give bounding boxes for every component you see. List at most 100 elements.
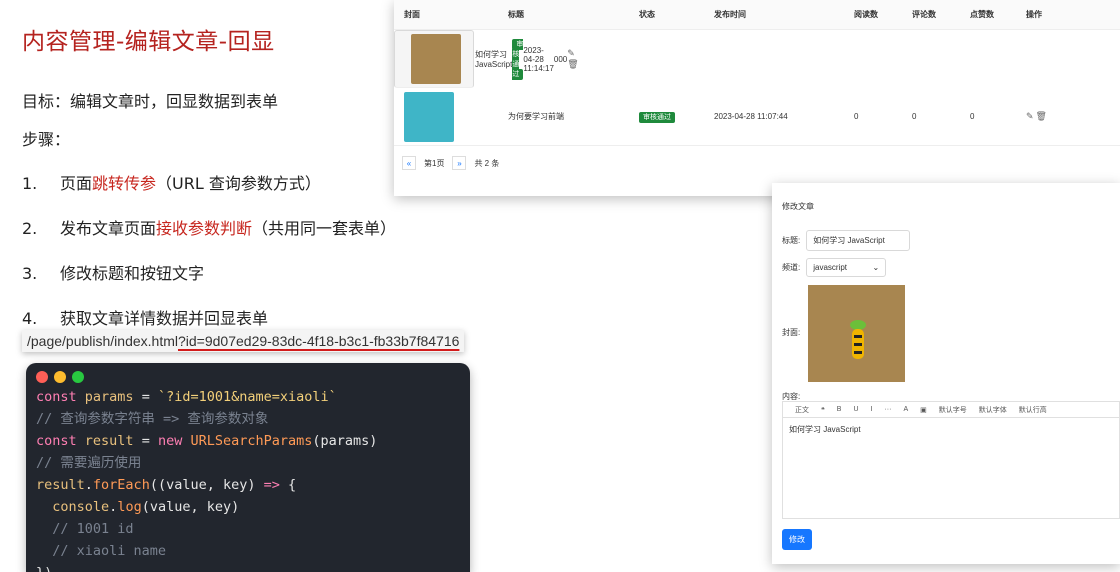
code-token: ((value, key) xyxy=(149,477,264,493)
toolbar-item[interactable]: 正文 xyxy=(795,405,809,415)
delete-icon[interactable]: 🗑 xyxy=(567,59,580,69)
next-page-button[interactable]: » xyxy=(452,156,467,170)
total-count: 共 2 条 xyxy=(474,158,500,168)
code-line: }) xyxy=(36,562,460,572)
step-number: 1. xyxy=(22,174,38,193)
code-line: console.log(value, key) xyxy=(36,496,460,518)
table-row[interactable]: 为何要学习前端 审核通过 2023-04-28 11:07:44 0 0 0 ✎🗑 xyxy=(394,88,1120,146)
column-header: 阅读数 xyxy=(854,10,878,19)
step-note: （共用同一套表单） xyxy=(252,219,397,238)
step-highlight: 跳转传参 xyxy=(92,174,157,193)
toolbar-item[interactable]: A xyxy=(903,406,908,413)
table-body: 如何学习 JavaScript 审核通过 2023-04-28 11:14:17 0 0… xyxy=(394,30,1120,146)
editor-content[interactable]: 如何学习 JavaScript xyxy=(783,418,1119,441)
chevron-down-icon: ⌄ xyxy=(872,263,880,272)
toolbar-item[interactable]: I xyxy=(871,406,873,413)
step-item: 2. 发布文章页面接收参数判断（共用同一套表单） xyxy=(22,215,396,239)
title-input[interactable]: 如何学习 JavaScript xyxy=(806,230,911,251)
actions-cell: ✎🗑 xyxy=(567,48,580,70)
minimize-dot-icon xyxy=(54,371,66,383)
table-row[interactable]: 如何学习 JavaScript 审核通过 2023-04-28 11:14:17 0 0… xyxy=(394,30,579,88)
channel-select[interactable]: javascript ⌄ xyxy=(806,258,887,277)
code-token: // 1001 id xyxy=(36,521,134,537)
code-token: }) xyxy=(36,565,52,572)
step-number: 2. xyxy=(22,219,38,238)
rich-text-editor[interactable]: 正文 ❝ B U I ··· A ▣ 默认字号 默认字体 默认行高 如何学习 JavaScript xyxy=(782,401,1120,519)
toolbar-item[interactable]: B xyxy=(837,406,842,413)
cover-thumbnail[interactable] xyxy=(404,91,454,142)
channel-label: 频道: xyxy=(782,263,801,272)
code-line: result.forEach((value, key) => { xyxy=(36,474,460,496)
code-token: = xyxy=(133,389,158,405)
step-note: （URL 查询参数方式） xyxy=(156,174,321,193)
steps-label: 步骤： xyxy=(22,130,71,149)
cover-image[interactable] xyxy=(808,285,905,382)
toolbar-item[interactable]: 默认行高 xyxy=(1019,405,1047,415)
code-token: . xyxy=(84,477,93,493)
submit-button[interactable]: 修改 xyxy=(782,529,812,550)
step-number: 3. xyxy=(22,264,38,283)
step-text: 修改标题和按钮文字 xyxy=(60,264,205,283)
code-token: console xyxy=(52,499,110,515)
code-token: => xyxy=(263,477,280,493)
column-header: 操作 xyxy=(1026,10,1042,19)
cover-cell xyxy=(401,34,461,84)
code-token: = xyxy=(133,433,158,449)
code-line: // 查询参数字符串 => 查询参数对象 xyxy=(36,408,460,430)
cover-illustration-icon xyxy=(850,320,866,359)
code-token: // 需要遍历使用 xyxy=(36,455,142,471)
code-line: const params = `?id=1001&name=xiaoli` xyxy=(36,386,460,408)
code-token: // xiaoli name xyxy=(36,543,167,559)
toolbar-item[interactable]: ▣ xyxy=(920,406,927,414)
column-header: 标题 xyxy=(508,10,524,19)
step-text: 发布文章页面 xyxy=(60,219,157,238)
code-token: params xyxy=(84,389,134,405)
form-title: 修改文章 xyxy=(782,202,814,211)
step-item: 4. 获取文章详情数据并回显表单 xyxy=(22,305,268,329)
code-token: result xyxy=(36,477,85,493)
editor-toolbar: 正文 ❝ B U I ··· A ▣ 默认字号 默认字体 默认行高 xyxy=(783,402,1119,418)
code-line: // 1001 id xyxy=(36,518,460,540)
toolbar-item[interactable]: 默认字号 xyxy=(939,405,967,415)
code-token: // 查询参数字符串 => 查询参数对象 xyxy=(36,411,269,427)
code-block: const params = `?id=1001&name=xiaoli` // … xyxy=(36,386,460,572)
cover-label: 封面: xyxy=(782,328,801,337)
step-text: 获取文章详情数据并回显表单 xyxy=(60,309,269,328)
toolbar-item[interactable]: 默认字体 xyxy=(979,405,1007,415)
code-token: result xyxy=(84,433,134,449)
slide: 内容管理-编辑文章-回显 目标：编辑文章时，回显数据到表单 步骤： 1. 页面跳转… xyxy=(0,0,1120,572)
code-token: forEach xyxy=(92,477,150,493)
toolbar-item[interactable]: ❝ xyxy=(821,406,825,414)
cover-thumbnail[interactable] xyxy=(411,34,461,84)
read-count: 0 xyxy=(854,112,859,121)
cover-cell xyxy=(394,91,494,142)
code-token: (params) xyxy=(312,433,378,449)
edit-icon[interactable]: ✎ xyxy=(567,48,577,58)
column-header: 评论数 xyxy=(912,10,936,19)
url-query: ?id=9d07ed29-83dc-4f18-b3c1-fb33b7f84716 xyxy=(178,333,460,349)
step-highlight: 接收参数判断 xyxy=(156,219,253,238)
column-header: 发布时间 xyxy=(714,10,746,19)
slide-title: 内容管理-编辑文章-回显 xyxy=(22,29,275,55)
toolbar-item[interactable]: ··· xyxy=(884,406,891,413)
status-badge: 审核通过 xyxy=(639,111,675,123)
prev-page-button[interactable]: « xyxy=(402,156,416,170)
current-page[interactable]: 第1页 xyxy=(424,158,444,169)
status-badge: 审核通过 xyxy=(512,39,524,80)
step-text: 页面 xyxy=(60,174,93,193)
time-cell: 2023-04-28 11:14:17 xyxy=(523,45,554,73)
column-header: 封面 xyxy=(404,10,420,19)
status-cell: 审核通过 xyxy=(639,111,714,123)
code-line: // xiaoli name xyxy=(36,540,460,562)
code-window: const params = `?id=1001&name=xiaoli` // … xyxy=(26,363,470,572)
toolbar-item[interactable]: U xyxy=(853,406,858,413)
code-token: { xyxy=(279,477,297,493)
channel-value: javascript xyxy=(813,263,848,272)
code-line: // 需要遍历使用 xyxy=(36,452,460,474)
edit-icon[interactable]: ✎ xyxy=(1026,111,1036,121)
actions-cell: ✎🗑 xyxy=(1026,111,1086,122)
table-header: 封面 标题 状态 发布时间 阅读数 评论数 点赞数 操作 xyxy=(394,0,1120,30)
delete-icon[interactable]: 🗑 xyxy=(1036,111,1049,121)
title-row: 标题: 如何学习 JavaScript xyxy=(782,230,911,251)
column-header: 点赞数 xyxy=(970,10,994,19)
